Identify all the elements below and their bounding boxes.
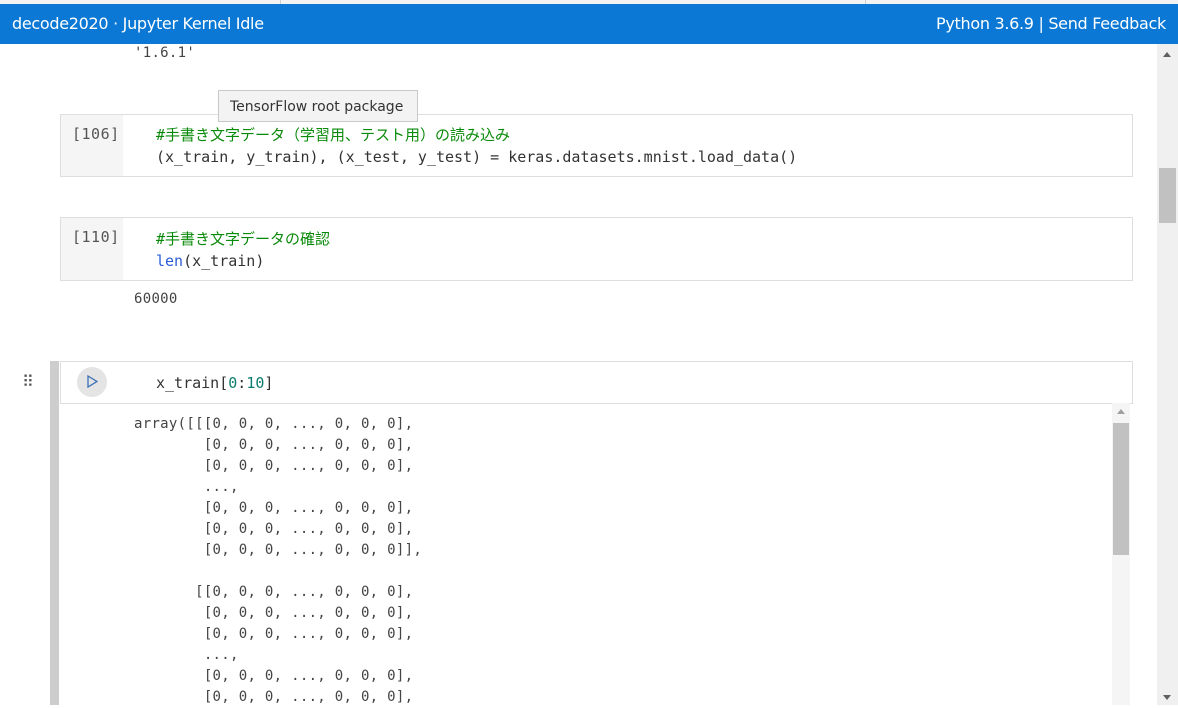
code-args: (x_train) bbox=[183, 252, 265, 270]
cell-prompt: [106] bbox=[72, 125, 120, 143]
code-token: ] bbox=[264, 374, 274, 392]
version-output: '1.6.1' bbox=[134, 45, 196, 61]
drag-handle-icon[interactable]: ⠿ bbox=[22, 372, 34, 391]
output-scrollbar[interactable] bbox=[1112, 403, 1130, 705]
output-line: [0, 0, 0, ..., 0, 0, 0], bbox=[134, 437, 414, 453]
code-cell-106[interactable]: [106] #手書き文字データ（学習用、テスト用）の読み込み (x_train,… bbox=[60, 114, 1133, 177]
scroll-down-arrow-icon[interactable] bbox=[1163, 695, 1171, 700]
array-output: array([[[0, 0, 0, ..., 0, 0, 0], [0, 0, … bbox=[134, 414, 422, 708]
output-line: array([[[0, 0, 0, ..., 0, 0, 0], bbox=[134, 416, 414, 432]
code-number: 10 bbox=[246, 374, 265, 392]
page-scrollbar[interactable] bbox=[1157, 44, 1178, 705]
page-scrollbar-thumb[interactable] bbox=[1159, 168, 1176, 223]
output-line: [0, 0, 0, ..., 0, 0, 0]], bbox=[134, 542, 423, 558]
output-line: [0, 0, 0, ..., 0, 0, 0], bbox=[134, 458, 414, 474]
output-line: [[0, 0, 0, ..., 0, 0, 0], bbox=[134, 584, 414, 600]
python-version-feedback[interactable]: Python 3.6.9 | Send Feedback bbox=[936, 14, 1166, 33]
output-line: [0, 0, 0, ..., 0, 0, 0], bbox=[134, 521, 414, 537]
code-cell-110[interactable]: [110] #手書き文字データの確認 len(x_train) bbox=[60, 217, 1133, 281]
cell-code[interactable]: #手書き文字データの確認 len(x_train) bbox=[156, 228, 330, 272]
cell-prompt: [110] bbox=[72, 228, 120, 246]
kernel-status-text[interactable]: decode2020 · Jupyter Kernel Idle bbox=[12, 14, 264, 33]
cell-code[interactable]: #手書き文字データ（学習用、テスト用）の読み込み (x_train, y_tra… bbox=[156, 124, 797, 168]
code-line: (x_train, y_train), (x_test, y_test) = k… bbox=[156, 148, 798, 166]
output-line: [0, 0, 0, ..., 0, 0, 0], bbox=[134, 605, 414, 621]
output-line: [0, 0, 0, ..., 0, 0, 0], bbox=[134, 668, 414, 684]
cell-code[interactable]: x_train[0:10] bbox=[156, 372, 273, 394]
code-number: 0 bbox=[228, 374, 238, 392]
output-line: [0, 0, 0, ..., 0, 0, 0], bbox=[134, 500, 414, 516]
output-line: ..., bbox=[134, 479, 239, 495]
code-comment: #手書き文字データの確認 bbox=[156, 230, 331, 248]
output-scrollbar-thumb[interactable] bbox=[1113, 423, 1129, 555]
active-cell-indicator bbox=[50, 361, 59, 705]
hover-tooltip: TensorFlow root package bbox=[218, 90, 418, 122]
scroll-up-arrow-icon[interactable] bbox=[1163, 52, 1171, 57]
scroll-up-arrow-icon[interactable] bbox=[1117, 409, 1125, 414]
run-cell-icon bbox=[87, 375, 98, 388]
run-cell-button[interactable] bbox=[77, 367, 107, 397]
len-output: 60000 bbox=[134, 291, 178, 307]
code-token: x_train[ bbox=[156, 374, 229, 392]
code-builtin-len: len bbox=[156, 252, 184, 270]
code-cell-active[interactable]: x_train[0:10] bbox=[60, 361, 1133, 404]
output-line: [0, 0, 0, ..., 0, 0, 0], bbox=[134, 626, 414, 642]
output-line: ..., bbox=[134, 647, 239, 663]
code-token: : bbox=[237, 374, 247, 392]
code-comment: #手書き文字データ（学習用、テスト用）の読み込み bbox=[156, 126, 511, 144]
notebook-status-bar: decode2020 · Jupyter Kernel Idle Python … bbox=[0, 4, 1178, 44]
